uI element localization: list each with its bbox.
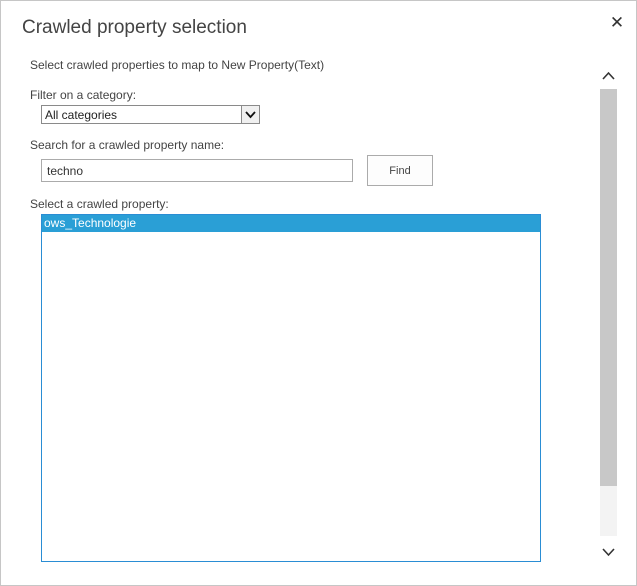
crawled-property-list[interactable]: ows_Technologie [41,214,541,562]
category-select[interactable]: All categories [41,105,260,124]
category-label: Filter on a category: [30,88,137,102]
close-icon[interactable]: ✕ [607,13,627,33]
find-button[interactable]: Find [367,155,433,186]
vertical-scrollbar[interactable] [600,55,617,570]
search-label: Search for a crawled property name: [30,138,225,152]
dialog-title: Crawled property selection [22,17,247,38]
chevron-up-icon[interactable] [600,55,617,89]
category-select-value: All categories [45,108,118,122]
chevron-down-icon[interactable] [600,536,617,570]
list-label: Select a crawled property: [30,197,169,211]
instructions-text: Select crawled properties to map to New … [30,58,325,72]
scroll-thumb[interactable] [600,89,617,486]
crawled-property-dialog: Crawled property selection ✕ Select craw… [0,0,637,586]
list-item[interactable]: ows_Technologie [42,215,540,232]
scroll-track[interactable] [600,89,617,536]
chevron-down-icon[interactable] [241,106,259,123]
search-input[interactable] [41,159,353,182]
